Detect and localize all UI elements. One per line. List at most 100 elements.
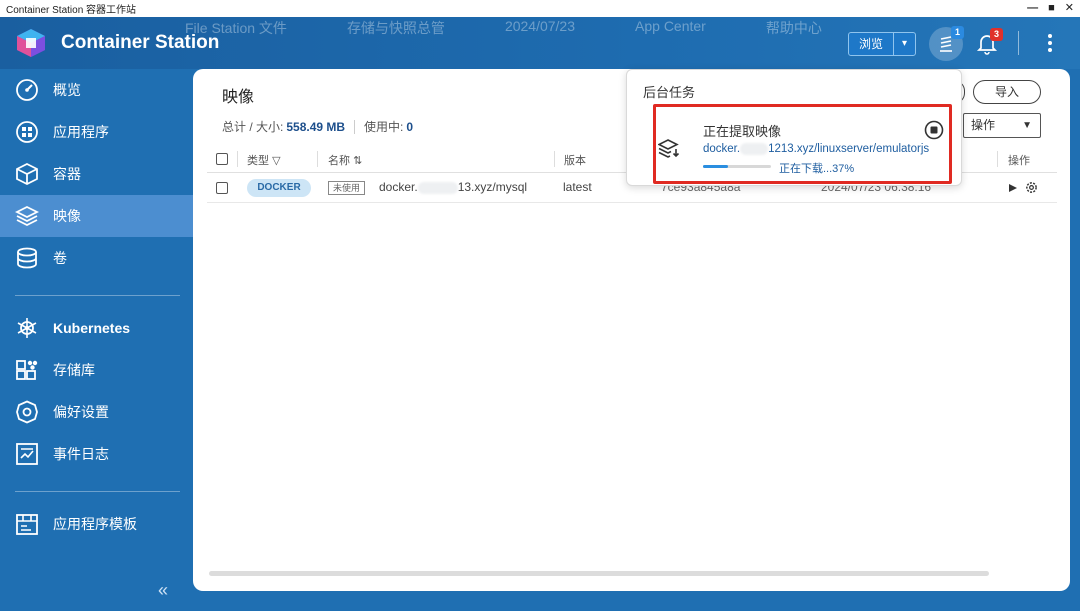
app-title: Container Station bbox=[61, 32, 220, 53]
sidebar-item-preferences[interactable]: 偏好设置 bbox=[0, 391, 193, 433]
sidebar: 概览 应用程序 容器 映像 卷 Kubernetes 存储库 偏好设置 事件日志… bbox=[0, 69, 193, 611]
sidebar-divider bbox=[15, 295, 180, 296]
image-pull-icon bbox=[658, 139, 680, 158]
notifications-button[interactable]: 3 bbox=[976, 28, 1003, 55]
sidebar-item-label: 偏好设置 bbox=[53, 404, 109, 420]
browse-button[interactable]: 浏览 bbox=[849, 33, 893, 55]
sidebar-item-kubernetes[interactable]: Kubernetes bbox=[0, 307, 193, 349]
sidebar-item-event-log[interactable]: 事件日志 bbox=[0, 433, 193, 475]
images-summary: 总计 / 大小: 558.49 MB 使用中: 0 bbox=[222, 118, 413, 135]
sidebar-item-overview[interactable]: 概览 bbox=[0, 69, 193, 111]
template-icon bbox=[16, 514, 38, 535]
apps-icon bbox=[16, 121, 38, 143]
column-header-type-label: 类型 bbox=[247, 155, 269, 167]
header-divider bbox=[1018, 31, 1019, 55]
ghost-tab: 帮助中心 bbox=[765, 20, 822, 36]
redacted-text bbox=[740, 143, 769, 155]
row-actions bbox=[1009, 181, 1038, 194]
sidebar-item-app-templates[interactable]: 应用程序模板 bbox=[0, 503, 193, 545]
summary-divider bbox=[354, 119, 356, 134]
log-icon bbox=[16, 443, 38, 465]
import-button[interactable]: 导入 bbox=[973, 80, 1041, 104]
download-progress-fill bbox=[703, 165, 729, 168]
in-use-label: 使用中: bbox=[364, 120, 404, 134]
task-status: 正在下载...37% bbox=[779, 163, 855, 175]
minimize-button[interactable]: — bbox=[1027, 0, 1038, 17]
task-path-prefix: docker. bbox=[703, 143, 741, 156]
column-separator bbox=[997, 151, 998, 167]
sort-icon[interactable]: ⇅ bbox=[353, 155, 362, 167]
unused-tag: 未使用 bbox=[328, 181, 366, 195]
sidebar-item-label: 存储库 bbox=[53, 362, 95, 378]
maximize-button[interactable]: ■ bbox=[1048, 0, 1055, 17]
helm-icon bbox=[17, 318, 37, 338]
window-title: Container Station 容器工作站 bbox=[6, 5, 137, 16]
kebab-menu-icon bbox=[1048, 34, 1052, 52]
column-separator bbox=[237, 151, 238, 167]
filter-icon[interactable]: ▽ bbox=[272, 155, 280, 167]
sidebar-item-label: 应用程序 bbox=[53, 124, 109, 140]
sidebar-item-applications[interactable]: 应用程序 bbox=[0, 111, 193, 153]
settings-icon bbox=[16, 400, 38, 424]
container-station-logo-icon bbox=[17, 29, 45, 57]
sidebar-item-registry[interactable]: 存储库 bbox=[0, 349, 193, 391]
sidebar-divider bbox=[15, 491, 180, 492]
horizontal-scrollbar[interactable] bbox=[209, 571, 989, 576]
layers-icon bbox=[15, 205, 40, 227]
sidebar-item-label: Kubernetes bbox=[53, 320, 131, 336]
window-controls: — ■ ✕ bbox=[1027, 0, 1074, 17]
column-header-type[interactable]: 类型 ▽ bbox=[247, 152, 281, 168]
column-separator bbox=[554, 151, 555, 167]
stop-icon[interactable] bbox=[924, 120, 944, 140]
image-name-suffix: 13.xyz/mysql bbox=[457, 180, 528, 194]
gear-icon[interactable] bbox=[1025, 181, 1038, 194]
in-use-value: 0 bbox=[406, 119, 414, 134]
total-size-label: 总计 / 大小: bbox=[222, 120, 284, 134]
database-icon bbox=[17, 247, 37, 269]
sidebar-item-images[interactable]: 映像 bbox=[0, 195, 193, 237]
cube-icon bbox=[16, 162, 38, 186]
more-options-button[interactable] bbox=[1040, 31, 1060, 55]
column-header-version[interactable]: 版本 bbox=[564, 152, 586, 168]
column-header-name[interactable]: 名称 ⇅ bbox=[328, 152, 362, 168]
image-version: latest bbox=[563, 180, 592, 194]
column-header-name-label: 名称 bbox=[328, 155, 350, 167]
actions-dropdown[interactable]: 操作 ▼ bbox=[963, 113, 1041, 138]
sidebar-item-containers[interactable]: 容器 bbox=[0, 153, 193, 195]
app-header: File Station 文件 存储与快照总管 2024/07/23 App C… bbox=[0, 17, 1080, 69]
image-type-badge: DOCKER bbox=[247, 179, 311, 197]
image-name[interactable]: docker. 13.xyz/mysql bbox=[379, 180, 527, 194]
chevron-down-icon[interactable]: ▾ bbox=[893, 33, 915, 55]
actions-dropdown-label: 操作 bbox=[971, 118, 996, 132]
gauge-icon bbox=[16, 79, 38, 101]
notifications-count-badge: 3 bbox=[990, 28, 1003, 41]
background-tasks-button[interactable]: 1 bbox=[929, 26, 964, 61]
sidebar-item-label: 事件日志 bbox=[53, 446, 109, 462]
sidebar-item-volumes[interactable]: 卷 bbox=[0, 237, 193, 279]
page-title: 映像 bbox=[222, 89, 255, 106]
task-title: 正在提取映像 bbox=[703, 124, 782, 139]
total-size-value: 558.49 MB bbox=[286, 119, 346, 134]
download-progress-bar bbox=[703, 165, 771, 168]
image-name-prefix: docker. bbox=[379, 180, 418, 194]
ghost-tab: 存储与快照总管 bbox=[346, 20, 445, 36]
collapse-sidebar-button[interactable]: « bbox=[158, 580, 168, 601]
sidebar-item-label: 概览 bbox=[53, 82, 81, 98]
tasks-count-badge: 1 bbox=[951, 26, 964, 39]
browse-dropdown[interactable]: 浏览 ▾ bbox=[848, 32, 917, 56]
select-all-checkbox[interactable] bbox=[216, 153, 228, 165]
column-separator bbox=[317, 151, 318, 167]
close-button[interactable]: ✕ bbox=[1065, 0, 1074, 17]
run-icon[interactable] bbox=[1009, 183, 1017, 192]
redacted-text bbox=[417, 181, 458, 194]
sidebar-item-label: 卷 bbox=[53, 250, 67, 266]
column-header-actions: 操作 bbox=[1008, 155, 1030, 167]
ghost-tab: App Center bbox=[635, 18, 706, 34]
sidebar-item-label: 容器 bbox=[53, 166, 81, 182]
task-path-suffix: 1213.xyz/linuxserver/emulatorjs bbox=[768, 143, 930, 156]
os-title-bar: Container Station 容器工作站 — ■ ✕ bbox=[0, 0, 1080, 17]
background-window-tabs: File Station 文件 存储与快照总管 2024/07/23 App C… bbox=[185, 18, 822, 36]
sidebar-item-label: 应用程序模板 bbox=[53, 516, 137, 532]
sidebar-item-label: 映像 bbox=[53, 208, 81, 224]
row-checkbox[interactable] bbox=[216, 182, 228, 194]
